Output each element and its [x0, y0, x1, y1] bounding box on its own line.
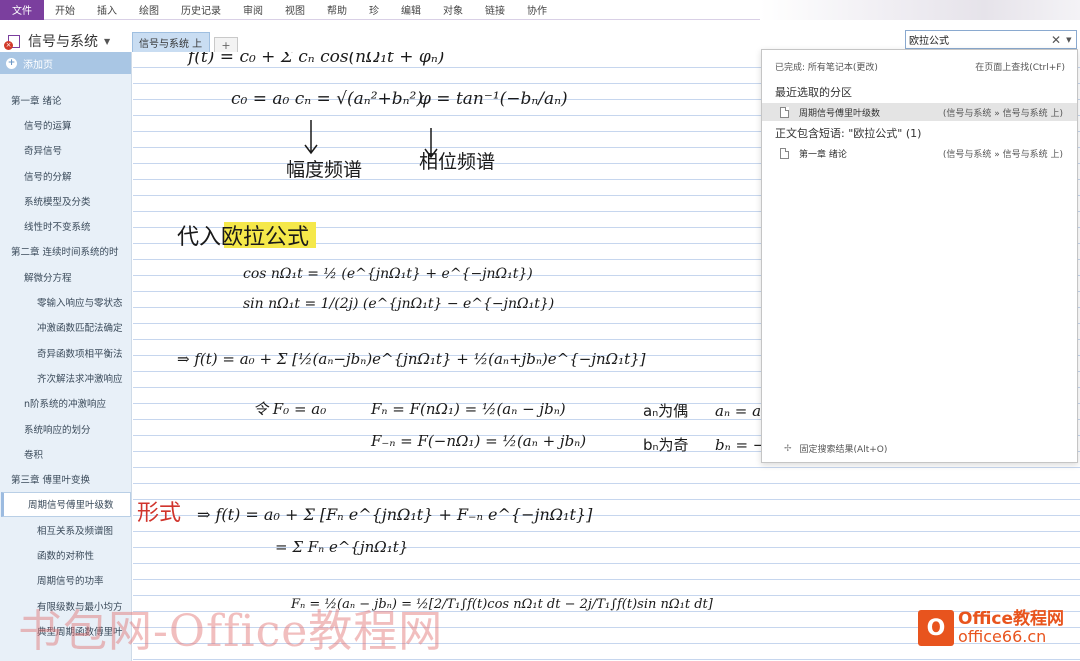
page-item[interactable]: 奇异信号	[0, 138, 131, 163]
page-item[interactable]: 信号的分解	[0, 163, 131, 188]
note-odd-label: bₙ为奇	[643, 436, 689, 454]
ribbon-menu-bar: 文件 开始 插入 绘图 历史记录 审阅 视图 帮助 珍 编辑 对象 链接 协作	[0, 0, 1080, 20]
page-icon	[780, 106, 789, 118]
menu-object[interactable]: 对象	[432, 0, 474, 20]
search-scope-dropdown-icon[interactable]: ▼	[1066, 36, 1071, 44]
text-match-header: 正文包含短语: "欧拉公式" (1)	[775, 127, 922, 140]
logo-line-1: Office教程网	[958, 608, 1065, 629]
page-item[interactable]: 线性时不变系统	[0, 213, 131, 238]
note-eq-c: c₀ = a₀ cₙ = √(aₙ²+bₙ²)	[231, 89, 423, 109]
page-list: + 添加页 第一章 绪论 信号的运算 奇异信号 信号的分解 系统模型及分类 线性时不变系统…	[0, 52, 132, 661]
menu-view[interactable]: 视图	[274, 0, 316, 20]
add-icon: +	[6, 57, 17, 69]
note-even-label: aₙ为偶	[643, 402, 688, 420]
note-eq-exp2: = Σ Fₙ e^{jnΩ₁t}	[275, 538, 408, 556]
office-logo-icon: O	[918, 610, 954, 646]
page-item[interactable]: 函数的对称性	[0, 542, 131, 567]
page-item[interactable]: 奇异函数项相平衡法	[0, 340, 131, 365]
page-item[interactable]: 周期信号傅里叶级数	[1, 491, 131, 518]
menu-insert[interactable]: 插入	[86, 0, 128, 20]
notebook-selector[interactable]: × 信号与系统 ▼	[4, 30, 110, 52]
menu-edit[interactable]: 编辑	[390, 0, 432, 20]
result-title: 周期信号傅里叶级数	[799, 108, 881, 119]
page-item[interactable]: 卷积	[0, 441, 131, 466]
note-eq-F0: 令 F₀ = a₀	[253, 400, 326, 418]
note-eq-top: f(t) = c₀ + Σ cₙ cos(nΩ₁t + φₙ)	[186, 52, 444, 67]
page-item[interactable]: 齐次解法求冲激响应	[0, 365, 131, 390]
note-heading: 代入欧拉公式	[177, 225, 309, 250]
page-item[interactable]: 解微分方程	[0, 264, 131, 289]
recent-sections-header: 最近选取的分区	[775, 86, 852, 99]
file-menu[interactable]: 文件	[0, 0, 44, 20]
notebook-icon: ×	[4, 33, 22, 50]
menu-zhen[interactable]: 珍	[358, 0, 390, 20]
note-eq-Fmn: F₋ₙ = F(−nΩ₁) = ½(aₙ + jbₙ)	[370, 432, 586, 450]
note-eq-phi: φ = tan⁻¹(−bₙ/aₙ)	[419, 89, 568, 109]
logo-line-2: office66.cn	[958, 626, 1047, 646]
add-section-button[interactable]: +	[214, 37, 238, 52]
menu-collab[interactable]: 协作	[516, 0, 558, 20]
page-item[interactable]: 冲激函数匹配法确定	[0, 315, 131, 340]
search-result-item[interactable]: 第一章 绪论 (信号与系统 » 信号与系统 上)	[762, 144, 1077, 162]
search-input[interactable]	[909, 34, 1049, 45]
page-item[interactable]: 零输入响应与零状态	[0, 289, 131, 314]
find-on-page-link[interactable]: 在页面上查找(Ctrl+F)	[975, 60, 1065, 73]
add-page-label: 添加页	[23, 59, 53, 71]
notebook-name: 信号与系统	[28, 34, 98, 50]
note-eq-exp: ⇒ f(t) = a₀ + Σ [Fₙ e^{jnΩ₁t} + F₋ₙ e^{−…	[197, 505, 593, 524]
page-item[interactable]: 周期信号的功率	[0, 568, 131, 593]
page-item[interactable]: 第三章 傅里叶变换	[0, 466, 131, 491]
watermark-text: 书包网-Office教程网	[18, 606, 444, 657]
page-item[interactable]: 系统模型及分类	[0, 188, 131, 213]
menu-review[interactable]: 审阅	[232, 0, 274, 20]
note-side-label: 形式	[137, 501, 181, 526]
pin-label: 固定搜索结果(Alt+O)	[799, 445, 888, 455]
result-title: 第一章 绪论	[799, 149, 847, 160]
page-item[interactable]: 信号的运算	[0, 112, 131, 137]
section-tab[interactable]: 信号与系统 上	[132, 32, 210, 52]
note-amp-label: 幅度频谱	[286, 159, 362, 181]
page-item[interactable]: n阶系统的冲激响应	[0, 391, 131, 416]
note-eq-Fn: Fₙ = F(nΩ₁) = ½(aₙ − jbₙ)	[370, 400, 566, 418]
search-result-item[interactable]: 周期信号傅里叶级数 (信号与系统 » 信号与系统 上)	[762, 103, 1077, 121]
result-location: (信号与系统 » 信号与系统 上)	[942, 149, 1063, 160]
note-eq-f: ⇒ f(t) = a₀ + Σ [½(aₙ−jbₙ)e^{jnΩ₁t} + ½(…	[177, 350, 646, 368]
page-item[interactable]: 系统响应的划分	[0, 416, 131, 441]
page-item[interactable]: 相互关系及频谱图	[0, 517, 131, 542]
note-phase-label: 相位频谱	[419, 151, 495, 173]
ribbon-decoration	[760, 0, 1080, 20]
search-results-pane: 已完成: 所有笔记本(更改) 在页面上查找(Ctrl+F) 最近选取的分区 周期…	[761, 49, 1078, 463]
menu-home[interactable]: 开始	[44, 0, 86, 20]
arrow-down-icon	[304, 120, 318, 155]
search-box: ✕ ▼	[905, 30, 1077, 49]
page-item[interactable]: 第一章 绪论	[0, 87, 131, 112]
menu-history[interactable]: 历史记录	[170, 0, 232, 20]
page-item[interactable]: 第二章 连续时间系统的时	[0, 239, 131, 264]
menu-link[interactable]: 链接	[474, 0, 516, 20]
close-icon[interactable]: ✕	[1051, 33, 1061, 47]
page-icon	[780, 147, 789, 159]
note-eq-sin: sin nΩ₁t = 1/(2j) (e^{jnΩ₁t} − e^{−jnΩ₁t…	[243, 296, 554, 312]
add-page-button[interactable]: + 添加页	[0, 52, 131, 74]
site-logo: O Office教程网 office66.cn	[918, 610, 1064, 646]
result-location: (信号与系统 » 信号与系统 上)	[942, 108, 1063, 119]
note-eq-cos: cos nΩ₁t = ½ (e^{jnΩ₁t} + e^{−jnΩ₁t})	[243, 266, 533, 282]
page-items: 第一章 绪论 信号的运算 奇异信号 信号的分解 系统模型及分类 线性时不变系统 第二章 连续…	[0, 87, 131, 644]
menu-draw[interactable]: 绘图	[128, 0, 170, 20]
menu-help[interactable]: 帮助	[316, 0, 358, 20]
chevron-down-icon: ▼	[104, 36, 111, 46]
pin-results-button[interactable]: ✢ 固定搜索结果(Alt+O)	[784, 442, 888, 456]
pin-icon: ✢	[784, 443, 792, 454]
